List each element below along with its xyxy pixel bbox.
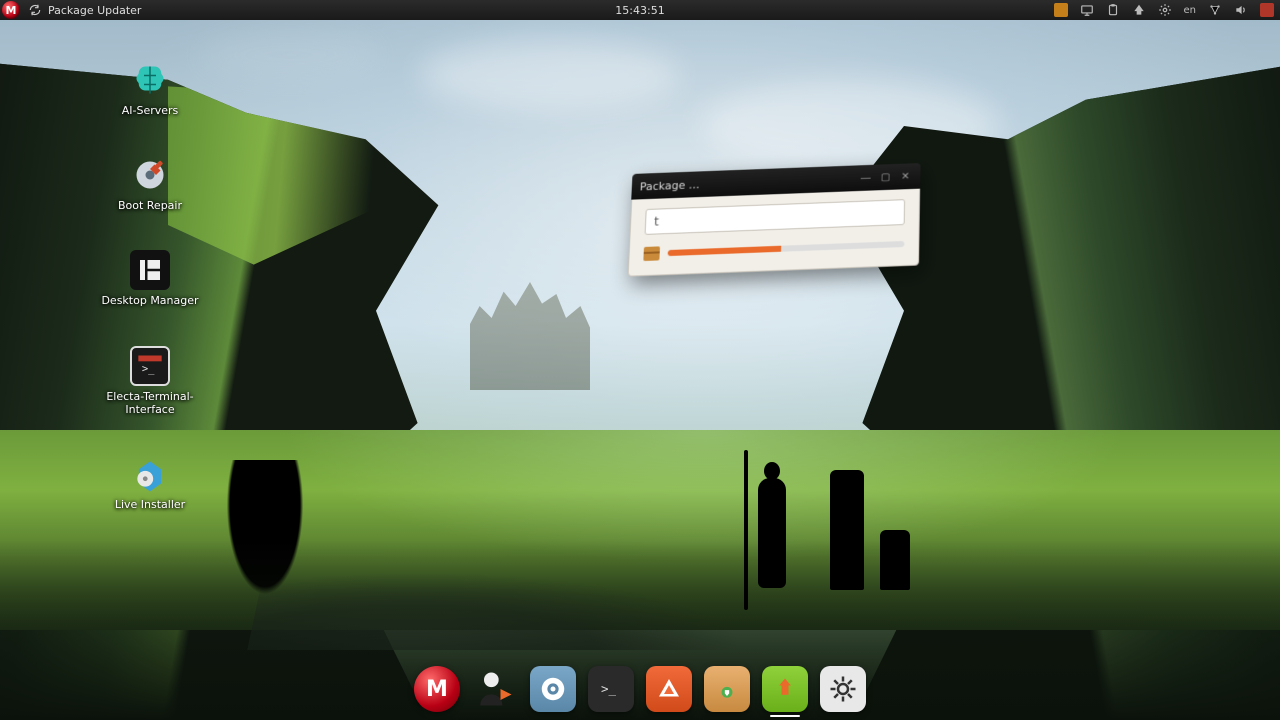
clock[interactable]: 15:43:51	[615, 4, 664, 17]
package-updater-dialog: Package … ― ▢ ✕ t	[628, 163, 921, 277]
dock-terminal[interactable]: >_	[588, 666, 634, 712]
desktop-icon-label: Boot Repair	[118, 199, 182, 212]
display-icon[interactable]	[1080, 3, 1094, 17]
language-indicator[interactable]: en	[1184, 3, 1197, 17]
dock-chromium[interactable]	[530, 666, 576, 712]
dock-user-switch[interactable]	[472, 666, 518, 712]
terminal-icon: >_	[130, 346, 170, 386]
system-tray: en	[1054, 3, 1275, 17]
dialog-body: t	[628, 189, 921, 277]
dock-software-center[interactable]	[646, 666, 692, 712]
dock-menu[interactable]: M	[414, 666, 460, 712]
maximize-button[interactable]: ▢	[878, 170, 892, 184]
notification-icon[interactable]	[1054, 3, 1068, 17]
power-icon[interactable]	[1260, 3, 1274, 17]
wrench-disc-icon	[130, 155, 170, 195]
network-icon[interactable]	[1208, 3, 1222, 17]
desktop-icon-desktop-manager[interactable]: Desktop Manager	[90, 250, 210, 307]
desktop-icons: AI-Servers Boot Repair Desktop Manager >…	[90, 60, 210, 511]
dock-installer[interactable]	[704, 666, 750, 712]
package-icon	[643, 246, 660, 261]
volume-icon[interactable]	[1234, 3, 1248, 17]
dialog-title: Package …	[640, 172, 853, 193]
desktop-icon-label: AI-Servers	[122, 104, 179, 117]
progress-bar	[668, 241, 905, 256]
minimize-button[interactable]: ―	[859, 171, 873, 185]
desktop-icon-terminal[interactable]: >_ Electa-Terminal-Interface	[90, 346, 210, 416]
package-search-input[interactable]: t	[645, 199, 906, 235]
desktop-icon-label: Live Installer	[115, 498, 185, 511]
panels-icon	[130, 250, 170, 290]
disc-box-icon	[130, 454, 170, 494]
input-text: t	[654, 214, 659, 228]
menu-button[interactable]: M	[2, 1, 20, 19]
desktop-icon-label: Electa-Terminal-Interface	[95, 390, 205, 416]
clipboard-icon[interactable]	[1106, 3, 1120, 17]
dock-settings[interactable]	[820, 666, 866, 712]
updates-tray-icon[interactable]	[1132, 3, 1146, 17]
updater-icon	[28, 3, 42, 17]
dock-package-updater[interactable]	[762, 666, 808, 712]
close-button[interactable]: ✕	[898, 169, 912, 183]
active-window-title: Package Updater	[48, 4, 141, 17]
desktop-icon-boot-repair[interactable]: Boot Repair	[90, 155, 210, 212]
svg-text:>_: >_	[142, 362, 155, 374]
brain-icon	[130, 60, 170, 100]
svg-text:>_: >_	[601, 681, 617, 696]
dock: M >_	[406, 662, 874, 716]
progress-fill	[668, 246, 782, 256]
desktop-icon-ai-servers[interactable]: AI-Servers	[90, 60, 210, 117]
top-panel: M Package Updater 15:43:51 en	[0, 0, 1280, 20]
settings-tray-icon[interactable]	[1158, 3, 1172, 17]
desktop-icon-label: Desktop Manager	[101, 294, 198, 307]
desktop-icon-live-installer[interactable]: Live Installer	[90, 454, 210, 511]
